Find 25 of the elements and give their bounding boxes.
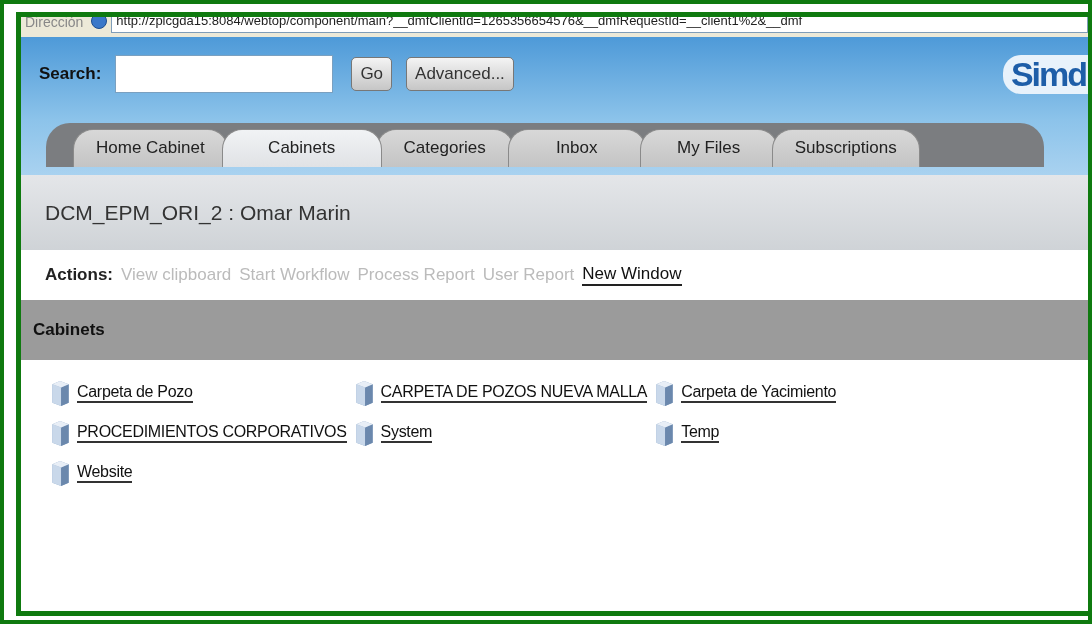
address-label: Dirección bbox=[24, 17, 85, 29]
cabinet-icon bbox=[49, 380, 71, 406]
section-title: Cabinets bbox=[33, 320, 105, 340]
logo: Simd bbox=[1002, 54, 1088, 94]
cabinet-link[interactable]: Temp bbox=[681, 423, 720, 443]
cabinet-link[interactable]: Carpeta de Pozo bbox=[77, 383, 193, 403]
cabinet-icon bbox=[49, 420, 71, 446]
actions-label: Actions: bbox=[45, 265, 113, 285]
tab[interactable]: Subscriptions bbox=[771, 129, 920, 167]
cabinet-icon bbox=[653, 380, 676, 406]
search-label: Search: bbox=[39, 64, 102, 84]
tab[interactable]: Cabinets bbox=[221, 129, 382, 167]
cabinet-icon bbox=[49, 460, 71, 486]
cabinet-link[interactable]: Website bbox=[77, 463, 133, 483]
advanced-button[interactable]: Advanced... bbox=[406, 57, 514, 91]
cabinet-link[interactable]: Carpeta de Yacimiento bbox=[681, 383, 837, 403]
cabinet-link[interactable]: PROCEDIMIENTOS CORPORATIVOS bbox=[77, 423, 347, 443]
action-link[interactable]: New Window bbox=[582, 264, 682, 286]
page-title: DCM_EPM_ORI_2 : Omar Marin bbox=[45, 200, 351, 225]
search-field[interactable] bbox=[115, 55, 334, 93]
go-button[interactable]: Go bbox=[351, 57, 393, 91]
page-icon bbox=[91, 17, 108, 29]
cabinet-link[interactable]: CARPETA DE POZOS NUEVA MALLA bbox=[380, 383, 648, 403]
cabinet-link[interactable]: System bbox=[380, 423, 433, 443]
cabinet-icon bbox=[653, 420, 676, 446]
